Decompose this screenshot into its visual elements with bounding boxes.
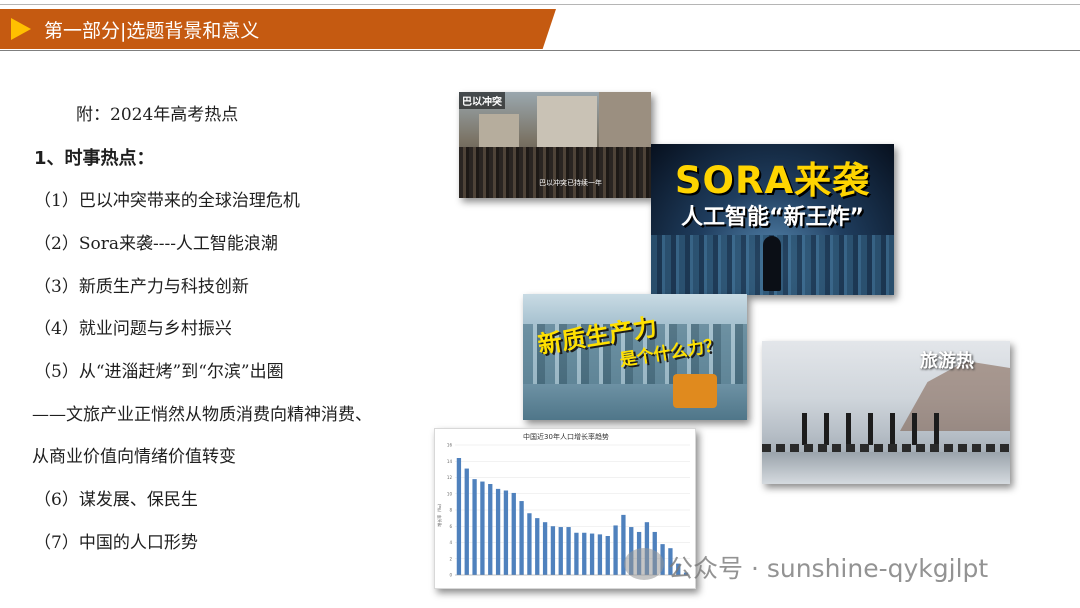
chart-bar bbox=[566, 527, 571, 575]
photo-tag: 巴以冲突 bbox=[459, 92, 505, 109]
water-reflection bbox=[762, 452, 1010, 484]
chart-bar bbox=[542, 522, 548, 575]
chart-bar bbox=[503, 490, 509, 575]
chart-bar bbox=[613, 525, 618, 575]
y-tick-label: 12 bbox=[447, 475, 453, 480]
robot-arm-icon bbox=[673, 374, 717, 408]
list-item: （2）Sora来袭----人工智能浪潮 bbox=[34, 234, 278, 254]
list-item: 从商业价值向情绪价值转变 bbox=[32, 447, 236, 467]
person-silhouette-icon bbox=[763, 236, 781, 291]
poster-subtitle: 人工智能“新王炸” bbox=[681, 205, 864, 230]
chart-bar bbox=[558, 527, 563, 575]
chart-bar bbox=[582, 532, 587, 575]
chart-bar bbox=[597, 534, 603, 576]
productivity-poster: 新质生产力 是个什么力？ bbox=[523, 294, 747, 420]
list-item: （4）就业问题与乡村振兴 bbox=[34, 319, 232, 339]
building-shape bbox=[537, 96, 597, 151]
play-arrow-icon bbox=[11, 18, 31, 40]
stepping-stones bbox=[762, 444, 1010, 452]
y-tick-label: 4 bbox=[449, 540, 452, 545]
chart-bar bbox=[511, 492, 516, 575]
chart-bar bbox=[550, 526, 556, 575]
list-item: （6）谋发展、保民生 bbox=[34, 490, 198, 510]
crowd-shape bbox=[459, 147, 651, 198]
chart-bar bbox=[480, 481, 485, 575]
y-tick-label: 8 bbox=[449, 508, 452, 513]
y-tick-label: 2 bbox=[449, 556, 452, 561]
appendix-label: 附：2024年高考热点 bbox=[76, 105, 239, 125]
chart-bar bbox=[574, 532, 579, 575]
top-rule bbox=[0, 4, 1080, 5]
list-item: （5）从“进淄赶烤”到“尔滨”出圈 bbox=[34, 362, 284, 382]
photo-label: 旅游热 bbox=[920, 351, 974, 372]
tourism-photo: 旅游热 bbox=[762, 341, 1010, 484]
list-item: （3）新质生产力与科技创新 bbox=[34, 277, 249, 297]
chart-bar bbox=[519, 501, 524, 575]
chart-bar bbox=[589, 533, 595, 575]
list-item: （1）巴以冲突带来的全球治理危机 bbox=[34, 191, 300, 211]
chart-title: 中国近30年人口增长率趋势 bbox=[523, 432, 609, 441]
y-tick-label: 10 bbox=[447, 491, 453, 496]
people-silhouettes bbox=[802, 413, 952, 445]
chart-bar bbox=[456, 458, 462, 575]
chart-bar bbox=[472, 479, 477, 576]
chart-bar bbox=[464, 468, 469, 575]
poster-title: SORA来袭 bbox=[674, 159, 871, 202]
y-tick-label: 0 bbox=[449, 573, 452, 578]
list-item: ——文旅产业正悄然从物质消费向精神消费、 bbox=[32, 405, 372, 425]
chart-bar bbox=[535, 518, 540, 576]
chart-bar bbox=[495, 488, 501, 576]
photo-caption: 巴以冲突已持续一年 bbox=[539, 179, 602, 187]
watermark-text: 公众号 · sunshine-qykgjlpt bbox=[668, 554, 989, 583]
chart-bar bbox=[488, 484, 493, 575]
header-rule bbox=[0, 50, 1080, 51]
conflict-photo: 巴以冲突 巴以冲突已持续一年 bbox=[459, 92, 651, 198]
y-tick-label: 14 bbox=[447, 459, 453, 464]
slide-title: 第一部分|选题背景和意义 bbox=[44, 20, 260, 42]
y-tick-label: 16 bbox=[447, 443, 453, 448]
y-axis-label: 增长率（‰） bbox=[436, 501, 442, 526]
chart-bar bbox=[605, 536, 610, 575]
chart-bar bbox=[527, 513, 532, 575]
list-item: （7）中国的人口形势 bbox=[34, 533, 198, 553]
section-heading: 1、时事热点： bbox=[34, 148, 155, 169]
y-tick-label: 6 bbox=[449, 524, 452, 529]
sora-poster: SORA来袭 人工智能“新王炸” bbox=[651, 144, 894, 295]
wechat-icon bbox=[624, 548, 664, 580]
